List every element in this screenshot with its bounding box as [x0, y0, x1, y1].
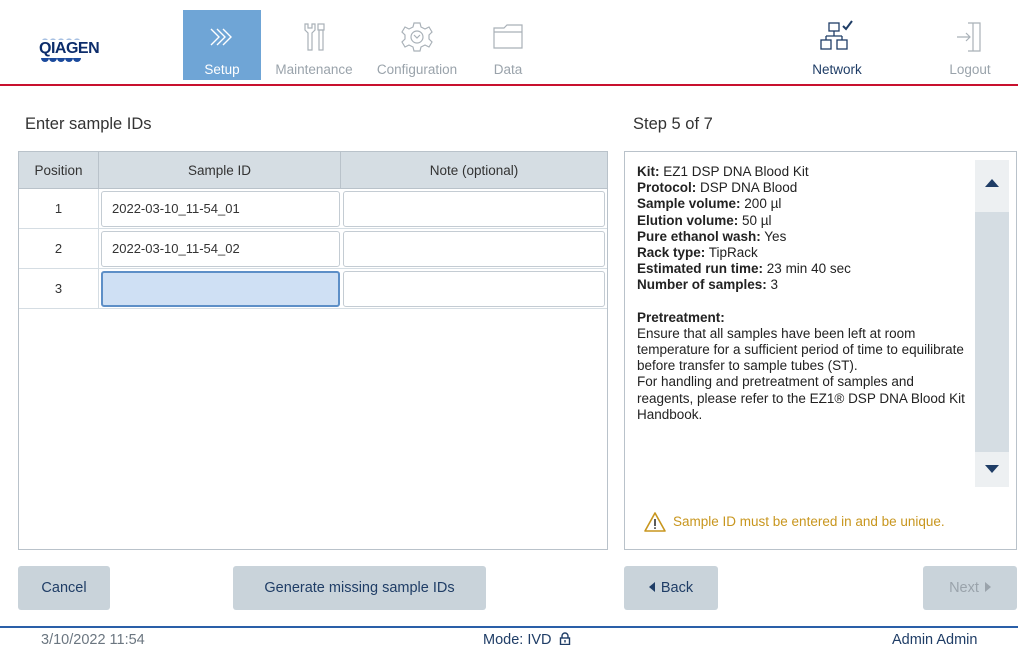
- nav-configuration[interactable]: Configuration: [365, 10, 469, 80]
- footer-divider: [0, 626, 1018, 628]
- logout-button[interactable]: Logout: [940, 10, 1000, 80]
- scroll-up-button[interactable]: [975, 160, 1009, 212]
- sample-id-input[interactable]: 2022-03-10_11-54_02: [101, 231, 340, 267]
- next-label: Next: [949, 580, 979, 596]
- generate-missing-ids-button[interactable]: Generate missing sample IDs: [233, 566, 486, 610]
- run-time-value: 23 min 40 sec: [766, 261, 851, 277]
- network-button[interactable]: Network: [800, 10, 874, 80]
- note-input[interactable]: [343, 191, 605, 227]
- kit-label: Kit:: [637, 164, 660, 179]
- back-arrow-icon: [648, 582, 655, 592]
- logout-label: Logout: [949, 62, 991, 77]
- sample-id-table: Position Sample ID Note (optional) 1 202…: [18, 151, 608, 550]
- sample-volume-label: Sample volume:: [637, 196, 741, 212]
- step-indicator: Step 5 of 7: [633, 115, 713, 133]
- column-header-position: Position: [19, 152, 99, 189]
- nav-data-label: Data: [493, 62, 523, 77]
- footer-user: Admin Admin: [892, 632, 978, 648]
- nav-configuration-label: Configuration: [376, 62, 458, 77]
- nav-setup[interactable]: Setup: [183, 10, 261, 80]
- wrench-screwdriver-icon: [304, 23, 325, 51]
- table-row: 3: [19, 269, 607, 309]
- sample-volume-value: 200 µl: [744, 196, 782, 212]
- num-samples-label: Number of samples:: [637, 277, 767, 293]
- column-header-sample-id: Sample ID: [99, 152, 341, 189]
- note-input[interactable]: [343, 271, 605, 307]
- mode-label: Mode: IVD: [483, 632, 552, 648]
- table-row: 1 2022-03-10_11-54_01: [19, 189, 607, 229]
- logo-text: QIAGEN: [36, 40, 103, 58]
- sample-id-input[interactable]: 2022-03-10_11-54_01: [101, 191, 340, 227]
- header-divider: [0, 84, 1018, 86]
- row-position: 3: [19, 269, 99, 309]
- warning-icon: [644, 512, 666, 532]
- ethanol-wash-value: Yes: [764, 228, 787, 244]
- rack-type-value: TipRack: [708, 245, 758, 261]
- back-label: Back: [660, 580, 694, 596]
- nav-maintenance[interactable]: Maintenance: [268, 10, 360, 80]
- protocol-label: Protocol:: [637, 180, 697, 196]
- elution-volume-label: Elution volume:: [637, 212, 739, 228]
- warning-text: Sample ID must be entered in and be uniq…: [673, 514, 945, 529]
- info-scrollbar[interactable]: [975, 160, 1009, 487]
- footer-datetime: 3/10/2022 11:54: [41, 632, 145, 648]
- protocol-value: DSP DNA Blood: [700, 180, 798, 196]
- lock-icon: [559, 632, 570, 646]
- arrow-down-icon: [985, 465, 999, 473]
- row-position: 1: [19, 189, 99, 229]
- next-button[interactable]: Next: [923, 566, 1017, 610]
- run-time-label: Estimated run time:: [637, 261, 764, 277]
- logout-icon: [957, 22, 981, 52]
- network-label: Network: [812, 62, 862, 77]
- setup-chevrons-icon: [210, 28, 232, 46]
- ethanol-wash-label: Pure ethanol wash:: [637, 228, 761, 244]
- nav-maintenance-label: Maintenance: [275, 62, 353, 77]
- scroll-down-button[interactable]: [975, 452, 1009, 487]
- num-samples-value: 3: [770, 277, 779, 293]
- rack-type-label: Rack type:: [637, 245, 706, 261]
- pretreatment-handbook-text: For handling and pretreatment of samples…: [637, 374, 965, 422]
- note-input[interactable]: [343, 231, 605, 267]
- footer-mode: Mode: IVD: [483, 632, 571, 648]
- next-arrow-icon: [984, 582, 991, 592]
- network-check-icon: [820, 20, 853, 50]
- top-bar: QIAGEN Setup Maintenance Configuration D…: [0, 0, 1018, 90]
- nav-data[interactable]: Data: [485, 10, 531, 80]
- page-title: Enter sample IDs: [25, 115, 152, 133]
- gear-icon: [401, 22, 433, 52]
- pretreatment-text: Ensure that all samples have been left a…: [637, 325, 964, 374]
- column-header-note: Note (optional): [429, 163, 519, 178]
- kit-value: EZ1 DSP DNA Blood Kit: [663, 164, 809, 179]
- table-row: 2 2022-03-10_11-54_02: [19, 229, 607, 269]
- folder-icon: [493, 24, 523, 49]
- cancel-button[interactable]: Cancel: [18, 566, 110, 610]
- table-header: Position Sample ID Note (optional): [19, 152, 607, 189]
- arrow-up-icon: [985, 179, 999, 187]
- protocol-info-panel: Kit: EZ1 DSP DNA Blood Kit Protocol: DSP…: [624, 151, 1017, 550]
- sample-id-input-focused[interactable]: [101, 271, 340, 307]
- back-button[interactable]: Back: [624, 566, 718, 610]
- elution-volume-value: 50 µl: [742, 212, 772, 228]
- row-position: 2: [19, 229, 99, 269]
- pretreatment-label: Pretreatment:: [637, 309, 725, 325]
- protocol-details: Kit: EZ1 DSP DNA Blood Kit Protocol: DSP…: [637, 164, 967, 423]
- nav-setup-label: Setup: [204, 62, 240, 77]
